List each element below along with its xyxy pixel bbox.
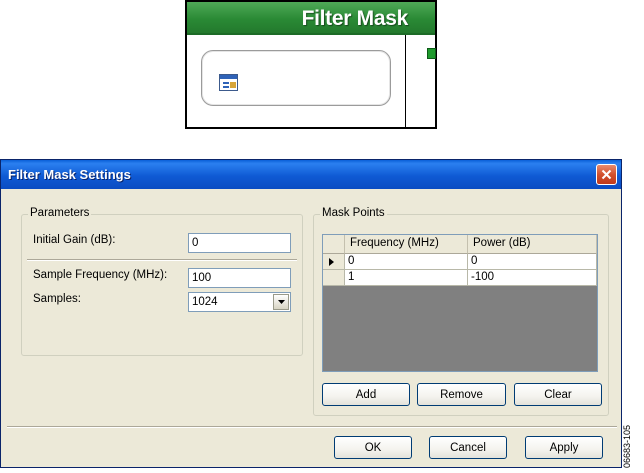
chevron-down-icon xyxy=(277,300,285,304)
add-button[interactable]: Add xyxy=(322,383,410,406)
samples-select[interactable]: 1024 xyxy=(188,292,291,312)
parameters-separator xyxy=(27,259,297,261)
title-bar[interactable]: Filter Mask Settings xyxy=(1,160,621,189)
mask-points-group-label: Mask Points xyxy=(320,207,387,219)
power-cell[interactable]: 0 xyxy=(468,254,597,270)
parameters-group-label: Parameters xyxy=(28,207,92,219)
close-icon xyxy=(601,169,612,180)
ok-button[interactable]: OK xyxy=(334,436,412,459)
row-selector[interactable] xyxy=(323,254,345,270)
block-title: Filter Mask xyxy=(187,2,435,35)
figure-id: 06683-105 xyxy=(622,424,632,468)
clear-button[interactable]: Clear xyxy=(514,383,602,406)
filter-mask-settings-dialog: Filter Mask Settings Parameters Initial … xyxy=(0,159,622,468)
grid-header-row: Frequency (MHz) Power (dB) xyxy=(323,235,597,254)
samples-value: 1024 xyxy=(192,296,218,308)
sample-frequency-input[interactable] xyxy=(188,268,291,288)
sample-frequency-label: Sample Frequency (MHz): xyxy=(33,269,168,281)
frequency-cell[interactable]: 1 xyxy=(345,270,468,286)
frequency-cell[interactable]: 0 xyxy=(345,254,468,270)
initial-gain-input[interactable] xyxy=(188,233,291,253)
close-button[interactable] xyxy=(596,164,617,185)
initial-gain-label: Initial Gain (dB): xyxy=(33,234,116,246)
output-port[interactable] xyxy=(427,48,436,59)
table-row[interactable]: 1 -100 xyxy=(323,270,597,286)
dropdown-button[interactable] xyxy=(273,294,289,310)
samples-label: Samples: xyxy=(33,293,81,305)
dialog-title: Filter Mask Settings xyxy=(8,167,131,182)
current-row-icon xyxy=(329,258,334,266)
power-cell[interactable]: -100 xyxy=(468,270,597,286)
filter-mask-block[interactable]: Filter Mask xyxy=(185,0,437,129)
table-row[interactable]: 0 0 xyxy=(323,254,597,270)
column-header-power[interactable]: Power (dB) xyxy=(468,235,597,254)
apply-button[interactable]: Apply xyxy=(525,436,603,459)
row-selector[interactable] xyxy=(323,270,345,286)
block-divider xyxy=(405,35,406,127)
settings-window-icon[interactable] xyxy=(219,74,238,91)
footer-separator xyxy=(7,426,617,428)
column-header-frequency[interactable]: Frequency (MHz) xyxy=(345,235,468,254)
remove-button[interactable]: Remove xyxy=(417,383,506,406)
row-header-corner xyxy=(323,235,345,254)
mask-points-grid[interactable]: Frequency (MHz) Power (dB) 0 0 1 -100 xyxy=(322,234,598,372)
cancel-button[interactable]: Cancel xyxy=(429,436,507,459)
